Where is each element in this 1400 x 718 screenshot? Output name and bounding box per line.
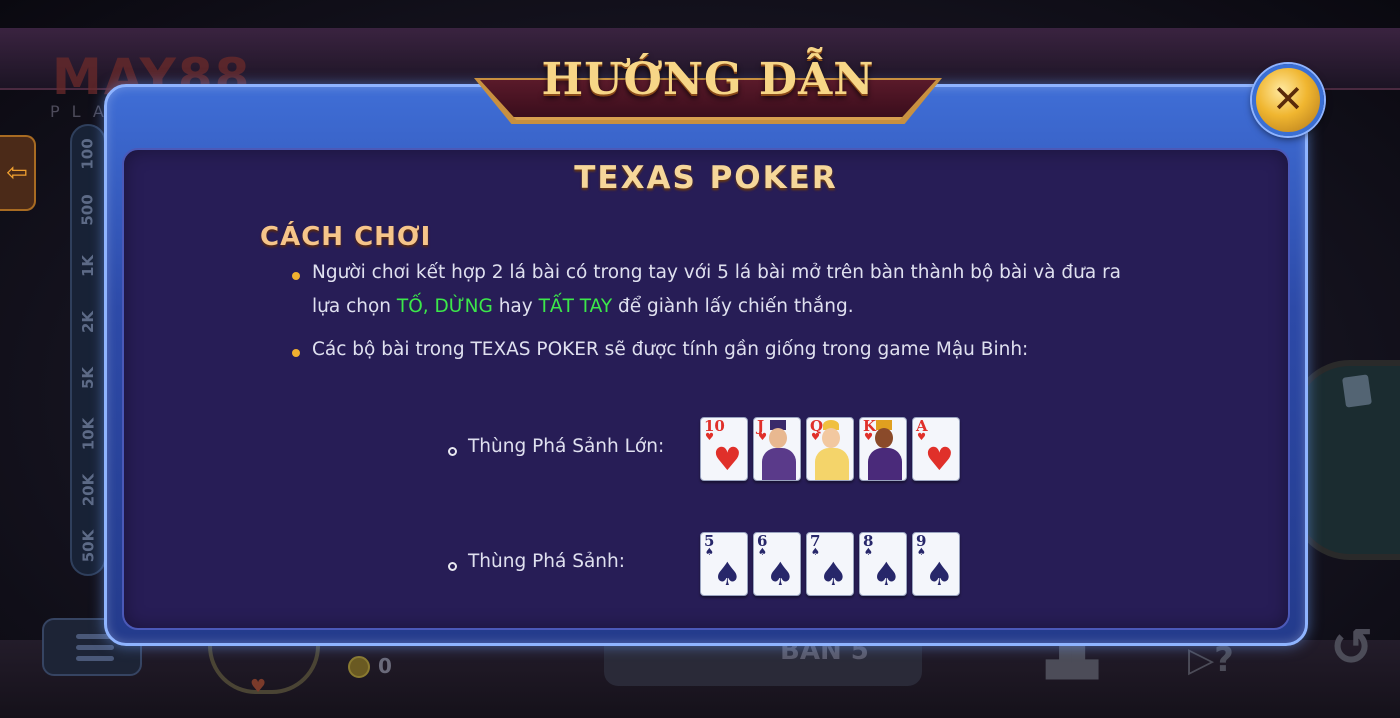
close-icon: ✕ — [1272, 77, 1304, 121]
playing-card: 8 ♠ ♠ — [859, 532, 907, 596]
exit-button[interactable]: ⇦ — [0, 135, 36, 211]
sub-bullet-icon — [448, 562, 457, 571]
playing-card: 5 ♠ ♠ — [700, 532, 748, 596]
balance-value: 0 — [378, 654, 392, 678]
jack-portrait — [769, 428, 787, 448]
leaderboard-icon[interactable]: ▟▙ — [1046, 640, 1098, 680]
hand-name: Thùng Phá Sảnh: — [468, 551, 625, 572]
close-button[interactable]: ✕ — [1252, 64, 1324, 136]
game-title: TEXAS POKER — [574, 160, 838, 196]
queen-robe — [815, 448, 849, 480]
hand-name: Thùng Phá Sảnh Lớn: — [468, 436, 665, 457]
jack-robe — [762, 448, 796, 480]
spade-suit-icon: ♠ — [766, 555, 795, 593]
modal-title: HƯỚNG DẪN — [541, 54, 875, 105]
card-suit-small: ♥ — [758, 432, 767, 443]
bet-option[interactable]: 2K — [72, 294, 104, 350]
menu-icon-line — [76, 656, 114, 661]
section-title: CÁCH CHƠI — [260, 222, 432, 252]
table-card — [1342, 374, 1372, 408]
rule-1-connector: hay — [492, 296, 539, 317]
sub-bullet-icon — [448, 447, 457, 456]
bet-option[interactable]: 5K — [72, 350, 104, 406]
bet-selector: 100 500 1K 2K 5K 10K 20K 50K — [70, 124, 106, 576]
bet-option[interactable]: 100 — [72, 126, 104, 182]
bet-option[interactable]: 500 — [72, 182, 104, 238]
heart-icon: ♥ — [250, 676, 267, 697]
menu-icon-line — [76, 645, 114, 650]
spade-suit-icon: ♠ — [925, 555, 954, 593]
coin-icon — [348, 656, 370, 678]
playing-card: Q ♥ — [806, 417, 854, 481]
playing-card: 7 ♠ ♠ — [806, 532, 854, 596]
spade-suit-icon: ♠ — [872, 555, 901, 593]
bullet-icon — [292, 349, 300, 357]
highlight-all-in: TẤT TAY — [538, 296, 613, 317]
playing-card: 10 ♥ ♥ — [700, 417, 748, 481]
rule-1-line-1: Người chơi kết hợp 2 lá bài có trong tay… — [312, 262, 1122, 283]
rule-1-text: Người chơi kết hợp 2 lá bài có trong tay… — [312, 256, 1212, 324]
video-help-icon[interactable]: ▷? — [1188, 640, 1234, 680]
spade-suit-icon: ♠ — [713, 555, 742, 593]
history-icon[interactable]: ↺ — [1330, 618, 1374, 678]
rule-1-ending: để giành lấy chiến thắng. — [612, 296, 854, 317]
heart-suit-icon: ♥ — [713, 440, 742, 478]
rule-2-text: Các bộ bài trong TEXAS POKER sẽ được tín… — [312, 339, 1029, 360]
king-robe — [868, 448, 902, 480]
exit-icon: ⇦ — [6, 158, 28, 188]
highlight-raise-fold: TỐ, DỪNG — [396, 296, 493, 317]
playing-card: J ♥ — [753, 417, 801, 481]
spade-suit-icon: ♠ — [819, 555, 848, 593]
bet-option[interactable]: 50K — [72, 518, 104, 574]
bet-option[interactable]: 1K — [72, 238, 104, 294]
bet-option[interactable]: 10K — [72, 406, 104, 462]
rule-1-line-2: lựa chọn — [312, 296, 397, 317]
table-name-plate — [604, 640, 922, 686]
card-suit-small: ♥ — [864, 432, 873, 443]
bullet-icon — [292, 272, 300, 280]
king-portrait — [875, 428, 893, 448]
queen-portrait — [822, 428, 840, 448]
playing-card: K ♥ — [859, 417, 907, 481]
bet-option[interactable]: 20K — [72, 462, 104, 518]
playing-card: 6 ♠ ♠ — [753, 532, 801, 596]
card-suit-small: ♥ — [811, 432, 820, 443]
playing-card: A ♥ ♥ — [912, 417, 960, 481]
playing-card: 9 ♠ ♠ — [912, 532, 960, 596]
heart-suit-icon: ♥ — [925, 440, 954, 478]
